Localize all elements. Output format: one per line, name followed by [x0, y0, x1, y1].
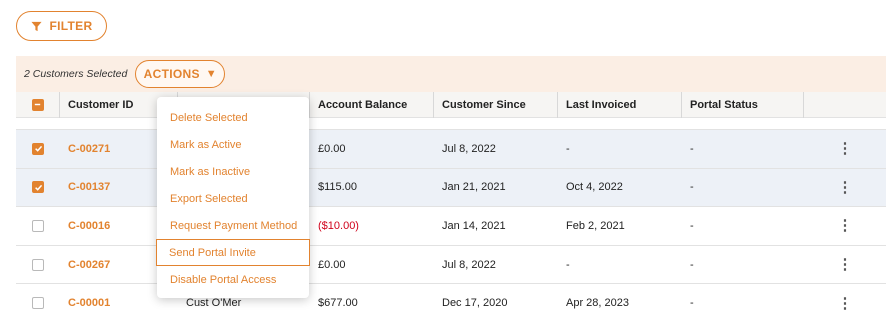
row-actions-cell: ⋮	[804, 130, 886, 168]
row-checkbox[interactable]	[32, 219, 44, 232]
menu-item[interactable]: Disable Portal Access	[157, 266, 309, 293]
column-header[interactable]: Portal Status	[682, 91, 804, 118]
customer-since: Jan 21, 2021	[442, 181, 506, 194]
menu-item[interactable]: Mark as Inactive	[157, 158, 309, 185]
account-balance: £0.00	[318, 258, 346, 271]
row-checkbox[interactable]	[32, 258, 44, 271]
column-header-actions	[804, 92, 886, 118]
menu-item[interactable]: Delete Selected	[157, 104, 309, 131]
filter-icon	[31, 21, 42, 31]
actions-menu: Delete Selected Mark as Active Mark as Ina…	[156, 97, 310, 298]
column-header[interactable]: Customer Since	[434, 91, 558, 118]
more-vertical-icon[interactable]: ⋮	[838, 180, 853, 195]
row-select-cell	[16, 284, 60, 318]
select-all-checkbox[interactable]	[31, 98, 44, 111]
filter-button[interactable]: FILTER	[16, 11, 107, 41]
menu-item[interactable]: Send Portal Invite	[156, 239, 310, 266]
last-invoiced: Apr 28, 2023	[566, 297, 629, 310]
more-vertical-icon[interactable]: ⋮	[838, 141, 853, 156]
caret-down-icon: ▼	[205, 68, 217, 80]
more-vertical-icon[interactable]: ⋮	[838, 296, 853, 311]
account-balance: £0.00	[318, 142, 346, 155]
row-select-cell	[16, 246, 60, 284]
row-actions-cell: ⋮	[804, 169, 886, 207]
last-invoiced: Oct 4, 2022	[566, 181, 623, 194]
account-balance: ($10.00)	[318, 219, 359, 232]
actions-button-label: ACTIONS	[143, 67, 200, 81]
customer-since: Jul 8, 2022	[442, 258, 496, 271]
row-select-cell	[16, 169, 60, 207]
table-row[interactable]: C-00137 $115.00 Jan 21, 2021 Oct 4, 2022- ⋮	[16, 168, 886, 208]
row-checkbox[interactable]	[32, 181, 44, 194]
portal-status: -	[690, 297, 694, 310]
customer-since: Jan 14, 2021	[442, 219, 506, 232]
portal-status: -	[690, 181, 694, 194]
table-row[interactable]: C-00016 ($10.00) Jan 14, 2021 Feb 2, 2021- ⋮	[16, 207, 886, 246]
table-row[interactable]: C-00267 £0.00 Jul 8, 2022- - ⋮	[16, 245, 886, 285]
row-actions-cell: ⋮	[804, 284, 886, 318]
menu-item[interactable]: Export Selected	[157, 185, 309, 212]
selected-count: 2 Customers Selected	[24, 68, 128, 80]
row-select-cell	[16, 207, 60, 245]
row-actions-cell: ⋮	[804, 246, 886, 284]
table-row[interactable]: C-00001 Cust O'Mer $677.00 Dec 17, 2020 Apr …	[16, 284, 886, 318]
selection-bar: 2 Customers Selected ACTIONS ▼	[16, 56, 886, 92]
customer-since: Jul 8, 2022	[442, 142, 496, 155]
customer-since: Dec 17, 2020	[442, 297, 508, 310]
row-checkbox[interactable]	[32, 142, 44, 155]
more-vertical-icon[interactable]: ⋮	[838, 218, 853, 233]
last-invoiced: -	[566, 258, 570, 271]
select-all-header	[16, 91, 60, 118]
column-header[interactable]: Account Balance	[310, 91, 434, 118]
table-spacer	[16, 118, 886, 130]
menu-item[interactable]: Mark as Active	[157, 131, 309, 158]
account-balance: $677.00	[318, 297, 358, 310]
column-header[interactable]: Last Invoiced	[558, 91, 682, 118]
customers-table: Customer ID Account Balance Customer Sin…	[16, 91, 886, 318]
table-header: Customer ID Account Balance Customer Sin…	[16, 91, 886, 118]
last-invoiced: Feb 2, 2021	[566, 219, 625, 232]
account-balance: $115.00	[318, 181, 357, 194]
portal-status: -	[690, 258, 694, 271]
more-vertical-icon[interactable]: ⋮	[838, 257, 853, 272]
portal-status: -	[690, 142, 694, 155]
row-checkbox[interactable]	[32, 297, 44, 310]
last-invoiced: -	[566, 142, 570, 155]
actions-button[interactable]: ACTIONS ▼	[135, 60, 226, 88]
menu-item[interactable]: Request Payment Method	[157, 212, 309, 239]
row-actions-cell: ⋮	[804, 207, 886, 245]
table-body: C-00271 £0.00 Jul 8, 2022- - ⋮ C-00137 $115.00…	[16, 130, 886, 318]
filter-button-label: FILTER	[49, 19, 93, 33]
row-select-cell	[16, 130, 60, 168]
table-row[interactable]: C-00271 £0.00 Jul 8, 2022- - ⋮	[16, 130, 886, 169]
portal-status: -	[690, 219, 694, 232]
